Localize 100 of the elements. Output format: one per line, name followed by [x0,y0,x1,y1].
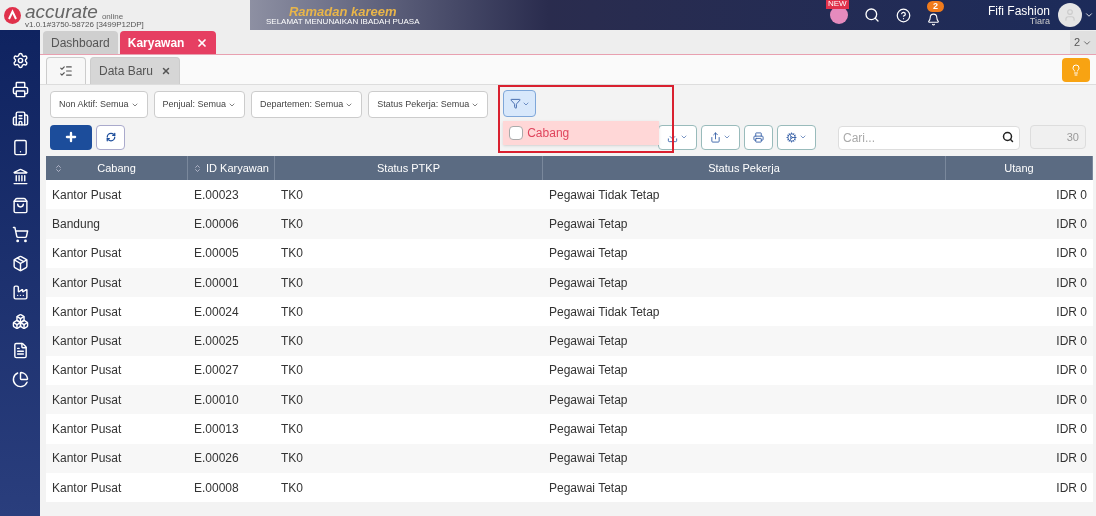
table-cell-text: TK0 [280,479,304,497]
printer-icon[interactable] [11,81,29,98]
table-cell-text: IDR 0 [1055,215,1088,233]
table-cell-text: Kantor Pusat [51,362,123,380]
boxes-icon[interactable] [11,313,29,330]
table-cell-text: Pegawai Tetap [548,421,629,438]
table-cell-text: TK0 [280,245,304,263]
table-cell-text: E.00013 [193,421,240,438]
table-cell-text: Pegawai Tidak Tetap [548,186,661,204]
bag-icon[interactable] [11,197,29,214]
table-cell-text: E.00001 [193,274,240,292]
bell-icon[interactable] [926,12,940,26]
banner-title: Ramadan kareem [288,4,397,18]
filter-button[interactable] [503,90,537,117]
search-icon[interactable] [1002,130,1014,143]
refresh-icon [105,132,116,142]
table-cell-text: Pegawai Tetap [548,245,629,263]
table-cell-text: Kantor Pusat [51,303,123,321]
cart-icon[interactable] [11,226,29,243]
table-cell-text: E.00008 [193,479,240,497]
package-icon[interactable] [11,255,29,272]
table-cell-text: IDR 0 [1055,362,1088,380]
download-button[interactable] [658,124,697,150]
table-cell-text: IDR 0 [1055,186,1088,204]
caret-icon [723,133,731,141]
table-cell-text: Kantor Pusat [51,333,123,351]
logo-icon [4,6,21,24]
filter-dropdown[interactable]: Penjual: Semua [153,91,246,118]
table-cell-text: IDR 0 [1055,479,1088,497]
refresh-button[interactable] [96,124,125,150]
sort-icon[interactable] [54,163,63,173]
table-cell-text: TK0 [280,391,304,409]
document-icon[interactable] [11,342,29,359]
print-button[interactable] [744,124,773,150]
search-icon[interactable] [863,7,880,23]
table-cell-text: IDR 0 [1055,333,1088,351]
filter-dropdown[interactable]: Status Pekerja: Semua [368,91,489,118]
table-cell-text: TK0 [280,421,304,438]
table-cell-text: IDR 0 [1055,421,1088,438]
table-cell-text: Kantor Pusat [51,479,123,497]
chevron-down-icon[interactable] [1084,10,1094,20]
caret-icon [799,133,807,141]
bank-icon[interactable] [11,168,29,185]
table-cell-text: IDR 0 [1055,245,1088,263]
tablet-icon[interactable] [11,139,29,156]
table-cell-text: Kantor Pusat [51,245,123,263]
filter-icon [509,98,521,109]
caret-icon [680,133,688,141]
version-text: v1.0.1#3750-58726 [3499P12DP] [25,20,144,29]
tab[interactable]: Dashboard [43,31,118,54]
tab-count-dropdown[interactable]: 2 [1069,31,1096,54]
table-cell-text: E.00010 [193,391,240,409]
list-icon [59,64,73,78]
banner-subtitle: SELAMAT MENUNAIKAN IBADAH PUASA [266,17,420,26]
lightbulb-icon [1070,63,1082,76]
building-icon[interactable] [11,110,29,127]
printer-icon [753,131,764,143]
company-name: Fifi Fashion [987,4,1050,17]
notification-badge: 2 [926,0,944,12]
plus-icon [64,130,78,144]
table-cell-text: Bandung [51,215,102,233]
form-tab[interactable]: Data Baru [90,57,181,84]
table-cell-text: E.00025 [193,333,240,351]
logo-text: accurate [25,1,98,21]
checkbox[interactable] [509,126,524,140]
pie-chart-icon[interactable] [11,371,29,388]
filter-dropdown[interactable]: Departemen: Semua [251,91,363,118]
add-button[interactable] [50,124,92,150]
table-cell-text: E.00006 [193,215,240,233]
table-cell-text: TK0 [280,362,304,380]
table-cell-text: Pegawai Tetap [548,333,629,351]
table-cell-text: IDR 0 [1055,274,1088,292]
table-cell-text: Pegawai Tetap [548,274,629,292]
tab[interactable]: Karyawan [119,31,217,54]
filter-dropdown[interactable]: Non Aktif: Semua [50,91,148,118]
table-cell-text: E.00023 [193,186,240,204]
settings-button[interactable] [777,124,816,150]
settings-icon[interactable] [11,52,29,69]
share-icon [710,131,721,143]
factory-icon[interactable] [11,284,29,301]
search-field[interactable]: Cari... [838,125,1020,150]
table-cell-text: TK0 [280,333,304,351]
table-cell-text: TK0 [280,274,304,292]
table-cell-text: E.00024 [193,303,240,321]
sort-icon[interactable] [193,163,202,173]
table-cell-text: TK0 [280,450,304,468]
table-cell-text: TK0 [280,215,304,233]
logo-subtext: online [101,12,124,21]
table-cell-text: Pegawai Tetap [548,362,629,380]
table-cell-text: Pegawai Tidak Tetap [548,303,661,321]
help-icon[interactable] [895,7,911,23]
table-cell-text: TK0 [280,303,304,321]
table-cell-text: IDR 0 [1055,450,1088,468]
table-cell-text: Pegawai Tetap [548,215,629,233]
close-icon[interactable] [161,66,172,76]
table-cell-text: Kantor Pusat [51,186,123,204]
table-cell-text: E.00005 [193,245,240,263]
close-icon[interactable] [196,36,209,49]
gear-icon [786,131,797,143]
avatar-icon[interactable] [1058,3,1082,27]
